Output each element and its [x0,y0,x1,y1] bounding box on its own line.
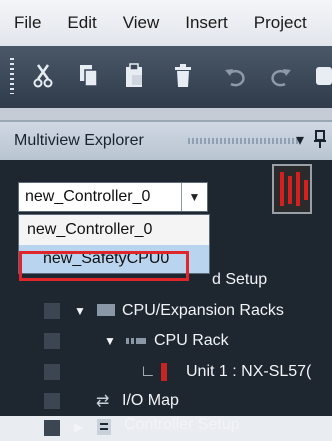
checkbox-icon[interactable] [44,303,60,319]
delete-icon[interactable] [168,58,198,94]
redo-icon[interactable] [266,58,296,94]
splitter [0,108,332,120]
tree-item-io-map-label: I/O Map [122,392,179,409]
menu-bar: File Edit View Insert Project [0,0,332,46]
checkbox-icon[interactable] [44,333,60,349]
highlight-box [19,251,189,281]
more-toolbar-icon[interactable] [312,58,332,94]
header-grip [188,138,298,144]
copy-icon[interactable] [74,58,104,94]
explorer-title: Multiview Explorer [14,132,144,149]
toolbar-grip [10,58,14,94]
menu-file[interactable]: File [14,13,41,33]
multiview-explorer: Multiview Explorer ▾ d Setup ▼ CPU/Expan… [0,120,332,436]
rack-folder-icon [96,301,116,322]
checkbox-icon[interactable] [44,393,60,409]
tree-item-cpu-rack-label: CPU Rack [154,332,229,349]
cut-icon[interactable] [28,58,58,94]
tree-item-controller-setup-label: Controller Setup [124,416,240,433]
toolbar [0,46,332,108]
controller-select[interactable]: new_Controller_0 ▼ [18,182,208,212]
io-map-icon: ⇄ [96,393,110,410]
menu-insert[interactable]: Insert [185,13,228,33]
tree-line-icon: ∟ [140,363,156,380]
menu-view[interactable]: View [123,13,160,33]
paste-icon[interactable] [120,58,150,94]
tree-item-unit-label: Unit 1 : NX-SL57( [186,363,312,380]
explorer-header: Multiview Explorer ▾ [0,122,332,160]
tree-item-unit[interactable]: ∟ Unit 1 : NX-SL57( [0,357,332,387]
checkbox-icon[interactable] [44,364,60,380]
collapse-arrow-icon[interactable]: ▼ [104,334,116,348]
expand-arrow-icon[interactable]: ▶ [74,420,83,434]
controller-device-icon [272,164,312,214]
tree-item-racks[interactable]: ▼ CPU/Expansion Racks [0,296,332,326]
tree-item-racks-label: CPU/Expansion Racks [122,302,284,319]
collapse-arrow-icon[interactable]: ▼ [74,304,86,318]
dropdown-icon[interactable]: ▾ [296,130,304,150]
pin-icon[interactable] [314,130,326,153]
menu-edit[interactable]: Edit [67,13,96,33]
unit-icon [160,363,168,386]
menu-project[interactable]: Project [254,13,307,33]
undo-icon[interactable] [220,58,250,94]
tree-item-setup-label: d Setup [212,271,268,288]
setup-icon [96,418,112,441]
tree-item-cpu-rack[interactable]: ▼ CPU Rack [0,326,332,356]
rack-icon [126,334,146,352]
explorer-content: d Setup ▼ CPU/Expansion Racks ▼ CPU Rack [0,160,332,436]
tree-item-io-map[interactable]: ⇄ I/O Map [0,386,332,416]
checkbox-icon[interactable] [44,420,60,436]
chevron-down-icon[interactable]: ▼ [181,183,207,211]
dropdown-option-controller[interactable]: new_Controller_0 [19,216,209,244]
controller-select-value: new_Controller_0 [25,188,151,205]
